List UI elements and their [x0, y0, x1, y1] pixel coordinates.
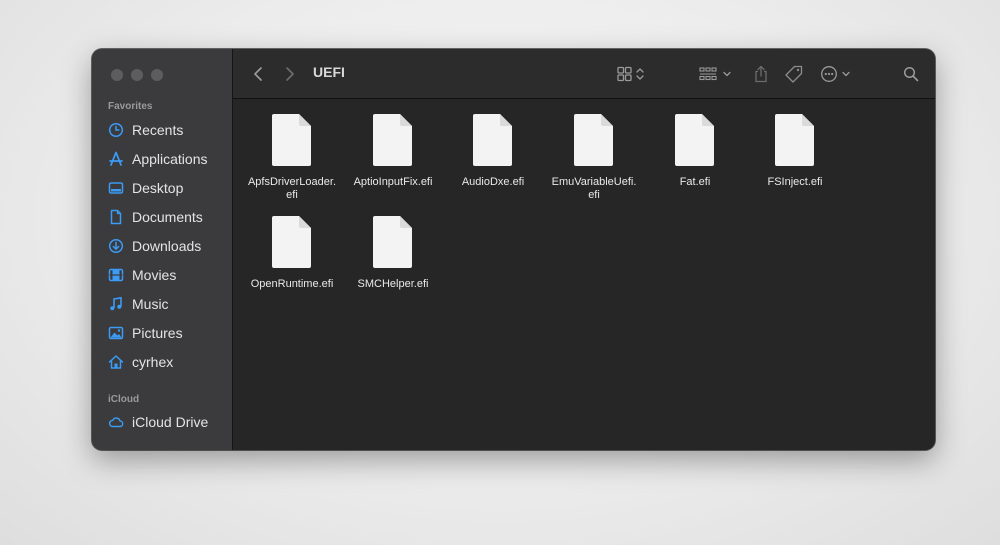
sidebar-item-label: Documents: [132, 209, 203, 225]
sidebar-item-label: Movies: [132, 267, 177, 283]
window-controls: [111, 69, 163, 81]
music-note-icon: [108, 296, 124, 312]
applications-icon: [108, 151, 124, 167]
sidebar-item-label: Pictures: [132, 325, 183, 341]
close-window-button[interactable]: [111, 69, 123, 81]
sidebar-item-label: Desktop: [132, 180, 184, 196]
sidebar-item-label: Applications: [132, 151, 208, 167]
tag-icon: [785, 65, 803, 83]
sidebar-item-label: Recents: [132, 122, 184, 138]
document-file-icon: [574, 114, 613, 166]
favorites-section-label: Favorites: [108, 101, 153, 112]
search-icon: [903, 66, 919, 82]
tag-button[interactable]: [783, 63, 805, 85]
document-icon: [108, 209, 124, 225]
file-item[interactable]: FSInject.efi: [745, 113, 845, 189]
group-icon: [699, 67, 731, 81]
zoom-window-button[interactable]: [151, 69, 163, 81]
sidebar-item-recents[interactable]: Recents: [108, 119, 228, 141]
file-browser: ApfsDriverLoader. efi AptioInputFix.efi A…: [233, 99, 935, 450]
more-actions-button[interactable]: [820, 63, 856, 85]
file-item[interactable]: SMCHelper.efi: [343, 215, 443, 291]
cloud-icon: [108, 414, 124, 430]
file-item[interactable]: Fat.efi: [645, 113, 745, 189]
file-name: AptioInputFix.efi: [353, 176, 433, 188]
search-button[interactable]: [901, 63, 921, 85]
view-mode-button[interactable]: [616, 63, 650, 85]
finder-window: Favorites Recents Applications Desktop D…: [92, 49, 935, 450]
chevron-right-icon: [286, 67, 294, 81]
file-item[interactable]: ApfsDriverLoader. efi: [242, 113, 342, 202]
file-name: AudioDxe.efi: [461, 176, 525, 188]
sidebar-item-desktop[interactable]: Desktop: [108, 177, 228, 199]
ellipsis-circle-icon: [821, 66, 850, 82]
document-file-icon: [775, 114, 814, 166]
back-button[interactable]: [249, 63, 267, 85]
film-icon: [108, 267, 124, 283]
share-button[interactable]: [751, 63, 771, 85]
icon-grid-view-icon: [617, 66, 644, 82]
group-by-button[interactable]: [699, 63, 735, 85]
file-item[interactable]: EmuVariableUefi. efi: [544, 113, 644, 202]
sidebar-item-downloads[interactable]: Downloads: [108, 235, 228, 257]
file-name: ApfsDriverLoader. efi: [247, 176, 337, 201]
file-item[interactable]: AudioDxe.efi: [443, 113, 543, 189]
chevron-left-icon: [254, 67, 262, 81]
sidebar-item-music[interactable]: Music: [108, 293, 228, 315]
sidebar-item-pictures[interactable]: Pictures: [108, 322, 228, 344]
sidebar-item-icloud-drive[interactable]: iCloud Drive: [108, 411, 228, 433]
sidebar-item-label: Downloads: [132, 238, 202, 254]
home-icon: [108, 354, 124, 370]
document-file-icon: [272, 216, 311, 268]
sidebar: Favorites Recents Applications Desktop D…: [92, 49, 233, 450]
sidebar-item-documents[interactable]: Documents: [108, 206, 228, 228]
window-title: UEFI: [313, 64, 345, 80]
share-icon: [755, 65, 767, 83]
forward-button[interactable]: [281, 63, 299, 85]
sidebar-item-label: cyrhex: [132, 354, 174, 370]
sidebar-item-home[interactable]: cyrhex: [108, 351, 228, 373]
document-file-icon: [272, 114, 311, 166]
sidebar-item-applications[interactable]: Applications: [108, 148, 228, 170]
file-name: Fat.efi: [679, 176, 711, 188]
toolbar: UEFI: [233, 49, 935, 99]
download-icon: [108, 238, 124, 254]
clock-icon: [108, 122, 124, 138]
file-name: EmuVariableUefi. efi: [551, 176, 637, 201]
document-file-icon: [473, 114, 512, 166]
desktop-icon: [108, 180, 124, 196]
file-item[interactable]: AptioInputFix.efi: [343, 113, 443, 189]
photo-icon: [108, 325, 124, 341]
sidebar-item-label: Music: [132, 296, 169, 312]
file-name: SMCHelper.efi: [357, 278, 429, 290]
icloud-section-label: iCloud: [108, 394, 140, 405]
sidebar-item-label: iCloud Drive: [132, 414, 209, 430]
sidebar-item-movies[interactable]: Movies: [108, 264, 228, 286]
file-item[interactable]: OpenRuntime.efi: [242, 215, 342, 291]
file-name: FSInject.efi: [767, 176, 823, 188]
document-file-icon: [373, 216, 412, 268]
minimize-window-button[interactable]: [131, 69, 143, 81]
document-file-icon: [675, 114, 714, 166]
document-file-icon: [373, 114, 412, 166]
file-name: OpenRuntime.efi: [250, 278, 334, 290]
